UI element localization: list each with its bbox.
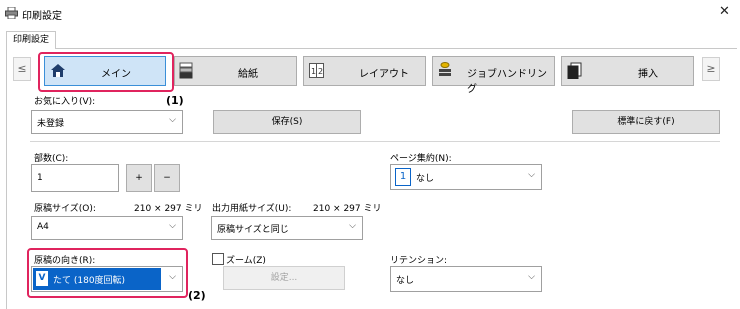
paper-source-tab-button[interactable]: 給紙 xyxy=(174,56,297,86)
svg-text:1: 1 xyxy=(311,67,316,76)
title-bar: 印刷設定 ✕ xyxy=(0,0,740,26)
output-size-dims: 210 × 297 ミリ xyxy=(313,204,382,214)
retention-value: なし xyxy=(396,276,415,286)
job-handling-tab-button[interactable]: ジョブハンドリング xyxy=(432,56,555,95)
original-size-dropdown[interactable]: A4 ⌵ xyxy=(31,216,183,240)
insert-icon xyxy=(567,62,582,79)
copies-value: 1 xyxy=(37,173,43,183)
page-aggregation-value: なし xyxy=(416,174,435,184)
retention-dropdown[interactable]: なし ⌵ xyxy=(390,266,542,292)
insert-tab-button[interactable]: 挿入 xyxy=(561,56,694,86)
window-title: 印刷設定 xyxy=(22,11,62,22)
printer-icon xyxy=(5,7,18,19)
chevron-down-icon: ⌵ xyxy=(349,221,356,231)
reset-defaults-button[interactable]: 標準に戻す(F) xyxy=(572,110,720,134)
zoom-label: ズーム(Z) xyxy=(226,256,266,266)
job-handling-tab-label: ジョブハンドリング xyxy=(467,69,547,95)
home-icon xyxy=(51,64,65,77)
favorites-value: 未登録 xyxy=(37,119,65,129)
chevron-down-icon: ⌵ xyxy=(169,272,176,282)
layout-tab-button[interactable]: 1 2 レイアウト xyxy=(303,56,426,86)
layout-icon: 1 2 xyxy=(309,63,324,78)
callout-1: (1) xyxy=(166,94,184,107)
original-size-dims: 210 × 297 ミリ xyxy=(134,204,203,214)
copies-minus-button[interactable]: − xyxy=(154,164,180,192)
orientation-label: 原稿の向き(R): xyxy=(34,256,96,266)
save-button[interactable]: 保存(S) xyxy=(213,110,361,134)
favorites-dropdown[interactable]: 未登録 ⌵ xyxy=(31,110,183,134)
orientation-selection: V たて (180度回転) xyxy=(33,268,161,290)
output-size-label: 出力用紙サイズ(U): xyxy=(212,204,292,214)
chevron-down-icon: ⌵ xyxy=(528,170,535,180)
close-icon[interactable]: ✕ xyxy=(719,4,730,19)
copies-input[interactable]: 1 xyxy=(31,164,119,192)
divider xyxy=(30,141,720,142)
orientation-dropdown[interactable]: V たて (180度回転) ⌵ xyxy=(31,266,183,292)
zoom-checkbox[interactable] xyxy=(212,253,224,265)
nav-prev-button[interactable]: ≤ xyxy=(13,57,31,81)
orientation-value: たて (180度回転) xyxy=(53,276,126,286)
paper-source-tab-label: 給紙 xyxy=(238,69,258,80)
main-tab-button[interactable]: メイン xyxy=(44,56,166,86)
tab-print-settings[interactable]: 印刷設定 xyxy=(6,31,56,49)
chevron-down-icon: ⌵ xyxy=(528,272,535,282)
output-size-dropdown[interactable]: 原稿サイズと同じ ⌵ xyxy=(211,216,363,240)
page-aggregation-label: ページ集約(N): xyxy=(390,154,452,164)
insert-tab-label: 挿入 xyxy=(638,69,658,80)
retention-label: リテンション: xyxy=(390,256,448,266)
main-tab-label: メイン xyxy=(101,69,131,80)
original-size-label: 原稿サイズ(O): xyxy=(34,204,96,214)
copies-plus-button[interactable]: + xyxy=(126,164,152,192)
nav-next-button[interactable]: ≥ xyxy=(702,57,720,81)
chevron-down-icon: ⌵ xyxy=(169,221,176,231)
copies-label: 部数(C): xyxy=(34,154,69,164)
favorites-label: お気に入り(V): xyxy=(34,97,96,107)
page-count-badge: 1 xyxy=(395,168,411,186)
page-aggregation-dropdown[interactable]: 1 なし ⌵ xyxy=(390,164,542,190)
zoom-settings-button[interactable]: 設定... xyxy=(223,266,345,290)
job-handling-icon xyxy=(439,62,451,76)
paper-tray-icon xyxy=(179,62,193,79)
callout-2: (2) xyxy=(188,289,206,302)
portrait-rotated-icon: V xyxy=(36,271,48,286)
output-size-value: 原稿サイズと同じ xyxy=(217,225,289,235)
layout-tab-label: レイアウト xyxy=(359,69,409,80)
original-size-value: A4 xyxy=(37,222,49,232)
svg-text:2: 2 xyxy=(318,67,323,76)
chevron-down-icon: ⌵ xyxy=(169,115,176,125)
